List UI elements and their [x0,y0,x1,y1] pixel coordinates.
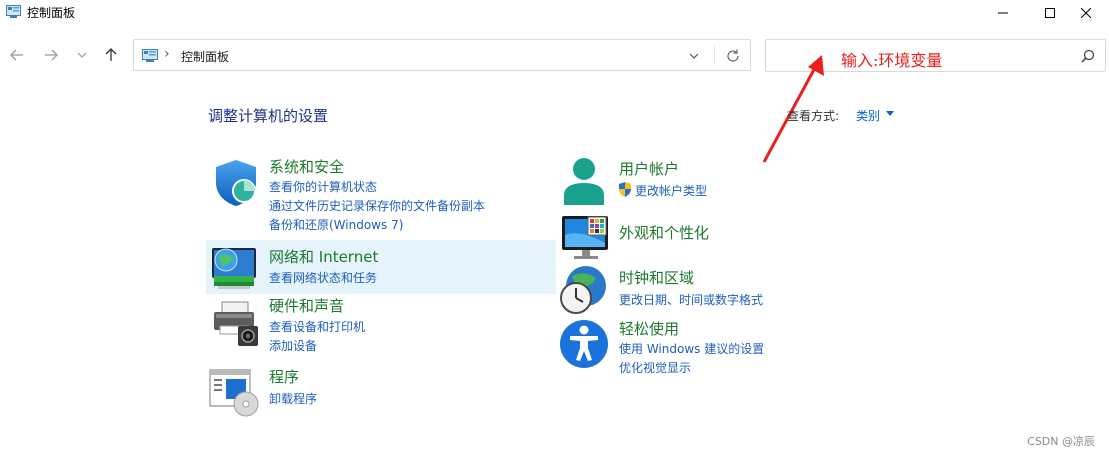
arrow-left-icon [10,49,23,61]
clock-globe-icon[interactable] [558,264,610,316]
close-icon [1081,8,1091,18]
link-change-date-time-format[interactable]: 更改日期、时间或数字格式 [619,291,763,308]
minimize-icon [998,12,1008,14]
link-backup-restore[interactable]: 备份和还原(Windows 7) [269,216,403,233]
refresh-icon[interactable] [724,47,742,65]
view-by-label: 查看方式: [787,109,840,123]
link-change-account-type[interactable]: 更改帐户类型 [635,182,707,199]
link-recommended-settings[interactable]: 使用 Windows 建议的设置 [619,340,764,357]
minimize-button[interactable] [980,0,1026,26]
category-title-system-security[interactable]: 系统和安全 [269,156,344,177]
link-file-history-backup[interactable]: 通过文件历史记录保存你的文件备份副本 [269,197,485,214]
control-panel-icon [142,49,158,62]
caret-down-icon[interactable] [886,111,894,117]
arrow-right-icon [45,49,58,61]
page-title: 调整计算机的设置 [208,107,329,125]
view-by-dropdown[interactable]: 类别 [856,107,880,124]
control-panel-icon [6,5,21,18]
shield-icon[interactable] [210,157,262,209]
network-globe-icon[interactable] [208,242,260,294]
link-view-computer-status[interactable]: 查看你的计算机状态 [269,178,377,195]
category-title-programs[interactable]: 程序 [269,366,299,387]
up-button[interactable] [99,44,123,66]
category-title-user-accounts[interactable]: 用户帐户 [619,158,679,179]
watermark: CSDN @凉辰 [1027,435,1095,448]
link-uninstall-program[interactable]: 卸载程序 [269,390,317,407]
accessibility-icon[interactable] [558,318,610,370]
title-bar: 控制面板 [0,0,1109,26]
close-button[interactable] [1063,0,1109,26]
arrow-up-icon [105,48,117,61]
annotation-text: 输入:环境变量 [841,51,943,70]
category-title-hardware-sound[interactable]: 硬件和声音 [269,295,344,316]
chevron-down-icon[interactable] [686,48,702,64]
divider [714,46,715,64]
breadcrumb[interactable]: 控制面板 [181,48,229,65]
link-add-device[interactable]: 添加设备 [269,337,317,354]
category-title-clock-region[interactable]: 时钟和区域 [619,267,694,288]
search-icon [1081,49,1095,63]
address-bar[interactable]: › 控制面板 [133,39,751,71]
category-title-network[interactable]: 网络和 Internet [269,246,378,267]
recent-locations-button[interactable] [70,44,94,66]
user-icon[interactable] [558,155,610,207]
printer-icon[interactable] [210,298,262,350]
monitor-icon[interactable] [560,213,612,265]
window-title: 控制面板 [27,6,76,20]
breadcrumb-separator[interactable]: › [164,46,170,62]
link-devices-printers[interactable]: 查看设备和打印机 [269,318,365,335]
maximize-icon [1045,8,1055,18]
programs-icon[interactable] [208,366,260,418]
back-button[interactable] [5,44,29,66]
forward-button[interactable] [39,44,63,66]
uac-shield-icon [619,182,631,197]
chevron-down-icon [77,52,87,58]
category-title-ease-of-access[interactable]: 轻松使用 [619,318,679,339]
link-optimize-visual-display[interactable]: 优化视觉显示 [619,359,691,376]
category-title-appearance[interactable]: 外观和个性化 [619,222,709,243]
link-network-status[interactable]: 查看网络状态和任务 [269,269,377,286]
